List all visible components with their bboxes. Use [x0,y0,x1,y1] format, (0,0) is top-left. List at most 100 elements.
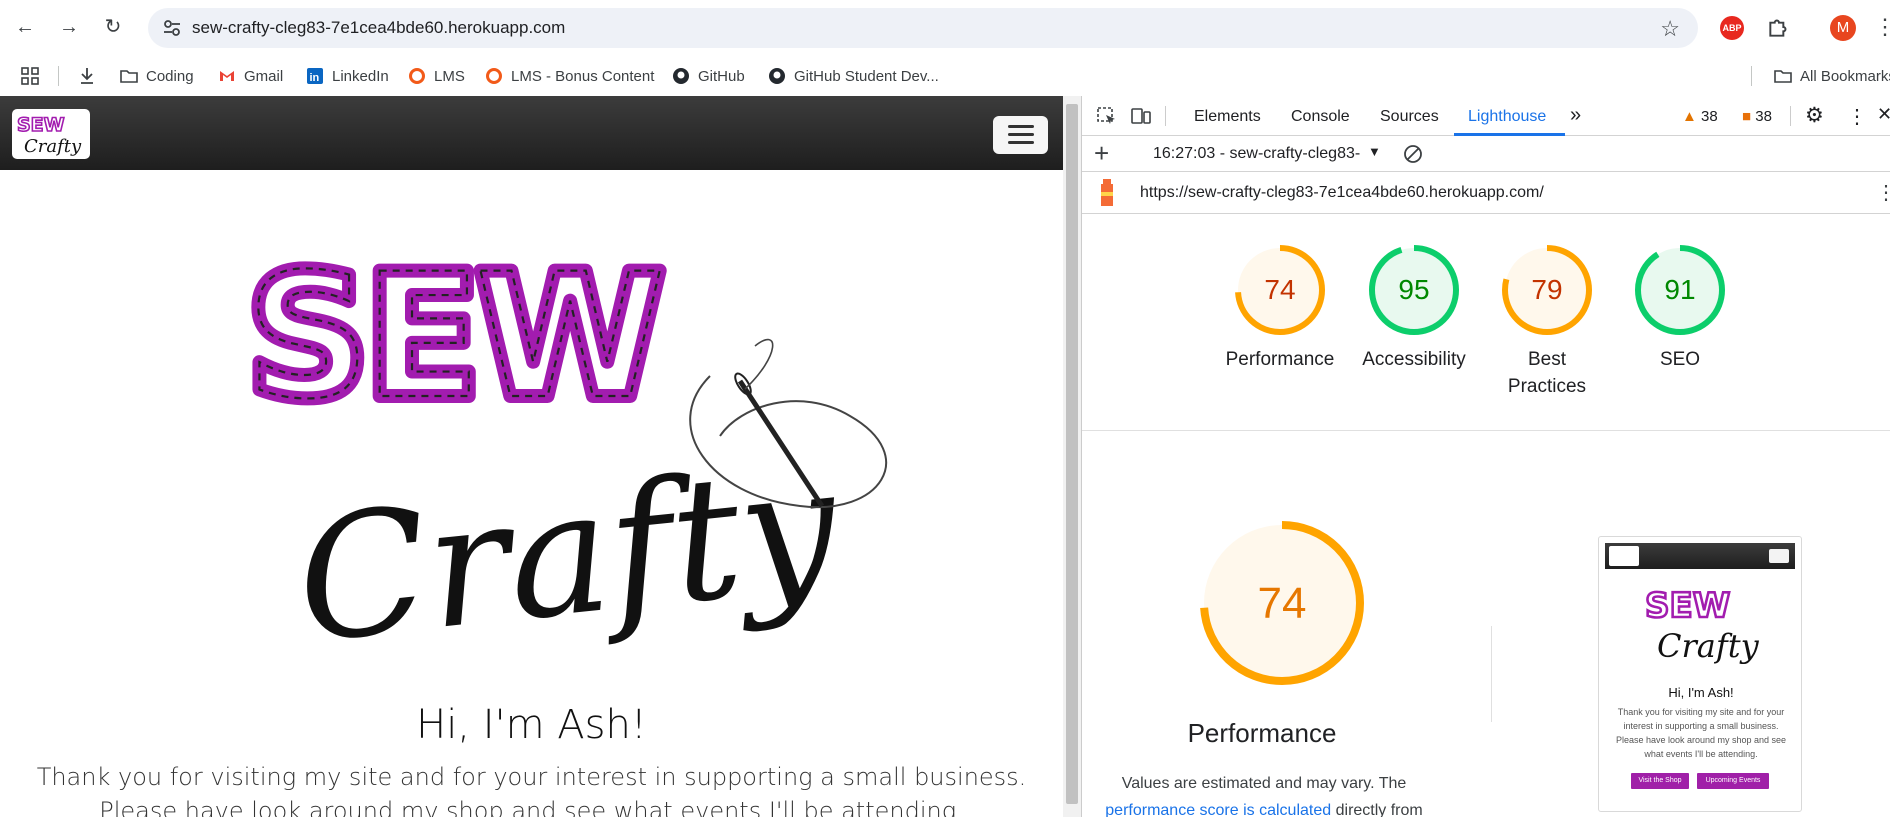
gauge-ring: 95 [1369,245,1459,335]
device-toolbar-icon[interactable] [1130,106,1152,126]
score-gauge-seo[interactable]: 91 SEO [1632,242,1728,373]
bookmarks-bar: Coding Gmail in LinkedIn LMS LMS - Bonus… [0,56,1890,96]
tab-console[interactable]: Console [1291,108,1350,126]
gauge-score: 95 [1398,274,1429,305]
back-button[interactable]: ← [12,14,38,40]
download-icon[interactable] [78,66,96,86]
close-devtools-icon[interactable]: ✕ [1877,104,1890,125]
bookmark-github[interactable]: GitHub [672,65,745,87]
profile-avatar[interactable]: M [1830,15,1856,41]
more-tabs-icon[interactable]: » [1570,104,1581,127]
lms-icon [486,68,502,84]
issue-icon: ■ [1742,108,1752,125]
clear-reports-icon[interactable] [1403,144,1423,164]
svg-text:SEW: SEW [17,114,65,136]
bookmark-label: Coding [146,67,194,85]
hero-line: Thank you for visiting my site and for y… [36,763,1027,791]
bookmark-github-student[interactable]: GitHub Student Dev... [768,65,939,87]
section-divider [1082,430,1890,431]
thumb-events-button: Upcoming Events [1697,773,1769,789]
bookmark-label: LMS - Bonus Content [511,67,655,85]
warnings-counter[interactable]: ▲ 38 [1682,108,1718,125]
browser-menu-icon[interactable]: ⋮ [1874,14,1890,40]
bookmark-all-bookmarks[interactable]: All Bookmarks [1774,65,1890,87]
site-logo[interactable]: SEW Crafty [12,109,90,159]
svg-text:SEW: SEW [1645,586,1730,626]
sew-crafty-logo-small: SEW Crafty [16,113,82,157]
report-selector[interactable]: 16:27:03 - sew-crafty-cleg83- [1153,145,1360,163]
hero-line: Please have look around my shop and see … [99,797,964,817]
hero-text: Thank you for visiting my site and for y… [0,760,1063,817]
final-screenshot-thumbnail[interactable]: SEW Crafty Hi, I'm Ash! Thank you for vi… [1598,536,1802,812]
gauge-label: SEO [1600,346,1760,373]
issues-counter[interactable]: ■ 38 [1742,108,1772,125]
perf-desc-text: Values are estimated and may vary. The [1121,775,1407,792]
svg-text:Crafty: Crafty [288,428,848,682]
performance-big-gauge: 74 [1200,521,1364,685]
lighthouse-icon [1101,179,1113,206]
tab-elements[interactable]: Elements [1194,108,1261,126]
url-text[interactable]: sew-crafty-cleg83-7e1cea4bde60.herokuapp… [192,18,565,38]
bookmark-coding[interactable]: Coding [120,65,194,87]
address-bar[interactable]: sew-crafty-cleg83-7e1cea4bde60.herokuapp… [148,8,1698,48]
forward-button[interactable]: → [56,14,82,40]
issues-count: 38 [1755,108,1772,125]
thumb-text: Thank you for visiting my site and for y… [1615,707,1787,759]
nav-toggle-button[interactable] [993,116,1048,154]
browser-toolbar: ← → ↻ sew-crafty-cleg83-7e1cea4bde60.her… [0,0,1890,56]
thumb-logo [1609,546,1639,566]
devtools-menu-icon[interactable]: ⋮ [1847,104,1867,129]
devtools-panel: Elements Console Sources Lighthouse » ▲ … [1081,96,1890,817]
svg-text:SEW: SEW [246,236,660,437]
report-url[interactable]: https://sew-crafty-cleg83-7e1cea4bde60.h… [1140,184,1544,202]
folder-icon [120,70,138,83]
new-report-icon[interactable]: + [1094,138,1109,168]
site-info-icon[interactable] [162,18,182,38]
bookmark-label: Gmail [244,67,284,85]
tab-sources[interactable]: Sources [1380,108,1439,126]
score-gauge-best-practices[interactable]: 79 Best Practices [1499,242,1595,400]
gauge-label-line: Practices [1507,376,1587,397]
performance-description: Values are estimated and may vary. The p… [1094,770,1434,817]
tab-separator [1165,106,1166,126]
sew-crafty-hero-logo: SEW SEW Crafty [240,229,888,682]
bookmark-star-icon[interactable]: ☆ [1660,16,1680,42]
site-navbar: SEW Crafty [0,96,1063,170]
bookmark-linkedin[interactable]: in LinkedIn [306,65,389,87]
report-url-row: https://sew-crafty-cleg83-7e1cea4bde60.h… [1082,172,1890,214]
bookmarks-separator [1751,66,1752,86]
bookmark-label: LMS [434,67,465,85]
adblock-icon[interactable]: ABP [1720,16,1744,40]
settings-gear-icon[interactable]: ⚙ [1805,103,1824,128]
gauge-ring: 74 [1235,245,1325,335]
tab-separator [1790,106,1791,126]
page-viewport: SEW Crafty SEW SEW Crafty Hi, I'm Ash! T… [0,96,1063,817]
warning-icon: ▲ [1682,108,1697,125]
thumb-shop-button: Visit the Shop [1631,773,1689,789]
folder-icon [1774,70,1792,83]
tab-lighthouse[interactable]: Lighthouse [1468,108,1546,126]
extensions-icon[interactable] [1766,14,1792,40]
warnings-count: 38 [1701,108,1718,125]
scrollbar-thumb[interactable] [1066,104,1078,804]
bookmark-lms[interactable]: LMS [408,65,465,87]
report-menu-icon[interactable]: ⋮ [1876,180,1890,205]
svg-text:Crafty: Crafty [24,136,82,157]
bookmark-label: GitHub Student Dev... [794,67,939,85]
score-gauge-accessibility[interactable]: 95 Accessibility [1362,242,1466,373]
apps-grid-icon[interactable] [20,66,40,86]
lighthouse-toolbar: + 16:27:03 - sew-crafty-cleg83- ▼ [1082,136,1890,172]
hero-title: Hi, I'm Ash! [416,702,647,748]
bookmark-label: LinkedIn [332,67,389,85]
report-dropdown-icon[interactable]: ▼ [1368,144,1381,159]
bookmark-gmail[interactable]: Gmail [218,65,283,87]
thumb-title: Hi, I'm Ash! [1668,685,1734,700]
gauge-ring: 91 [1635,245,1725,335]
github-icon [769,68,785,84]
perf-score-link[interactable]: performance score is calculated [1105,802,1331,817]
reload-button[interactable]: ↻ [100,14,126,40]
page-scrollbar[interactable] [1063,96,1081,817]
inspect-element-icon[interactable] [1096,106,1118,126]
score-gauge-performance[interactable]: 74 Performance [1226,242,1334,373]
bookmark-lms-bonus[interactable]: LMS - Bonus Content [485,65,654,87]
